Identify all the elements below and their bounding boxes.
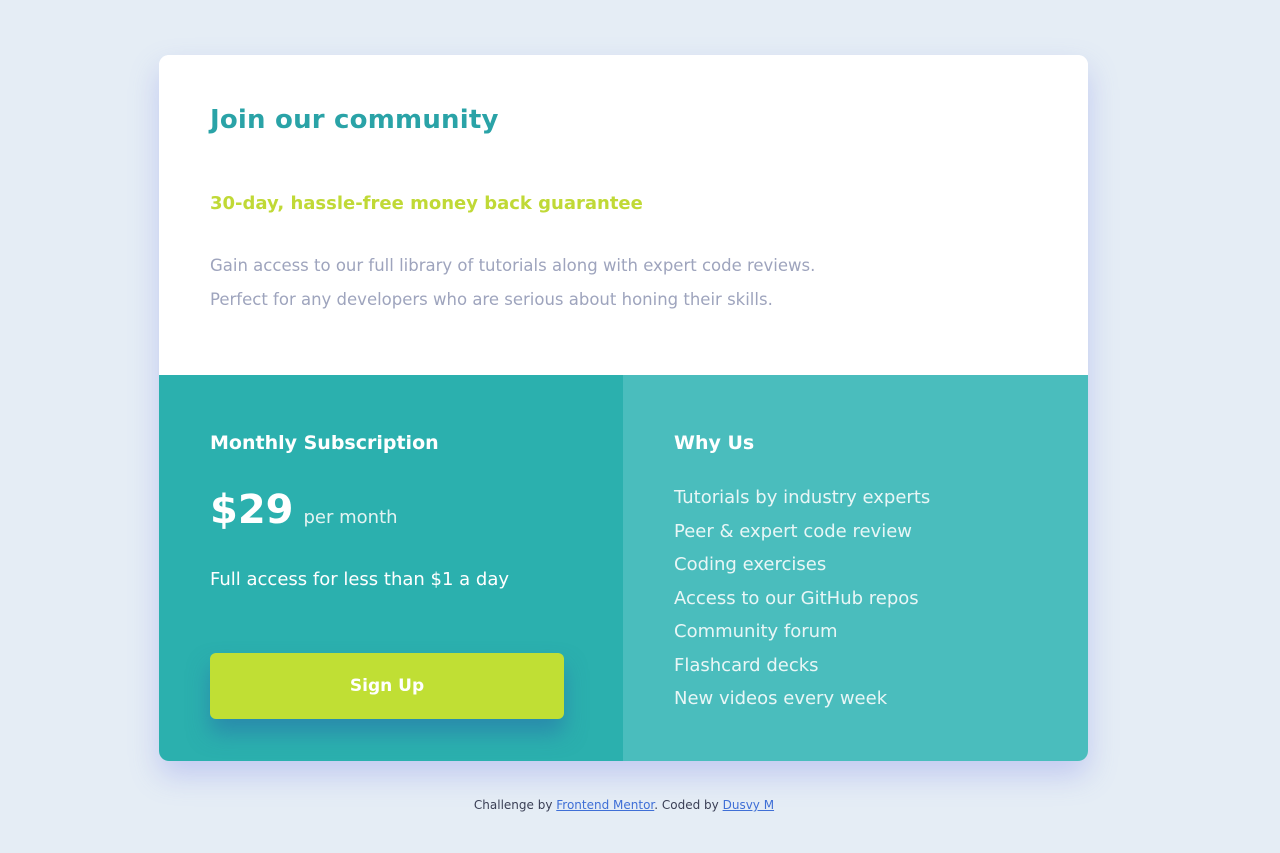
- description-line-2: Perfect for any developers who are serio…: [210, 290, 773, 309]
- list-item: Flashcard decks: [674, 654, 819, 676]
- list-item: Coding exercises: [674, 554, 827, 575]
- footer-prefix: Challenge by: [473, 798, 557, 812]
- why-us-panel: Why Us Tutorials by industry experts Pee…: [623, 375, 1088, 761]
- price-row: $29 per month: [210, 487, 398, 537]
- sign-up-button[interactable]: Sign Up: [210, 653, 564, 719]
- list-item: Community forum: [674, 621, 838, 642]
- list-item: Tutorials by industry experts: [674, 487, 931, 508]
- community-card: Join our community 30-day, hassle-free m…: [159, 55, 1088, 761]
- card-description: Gain access to our full library of tutor…: [210, 249, 1030, 317]
- card-title: Join our community: [210, 105, 499, 135]
- list-item: Access to our GitHub repos: [674, 587, 919, 609]
- list-item: New videos every week: [674, 688, 888, 709]
- frontend-mentor-link[interactable]: Frontend Mentor: [556, 798, 654, 812]
- subscription-panel: Monthly Subscription $29 per month Full a…: [159, 375, 623, 761]
- author-link[interactable]: Dusvy M: [723, 798, 774, 812]
- price-note: Full access for less than $1 a day: [210, 569, 510, 590]
- guarantee-text: 30-day, hassle-free money back guarantee: [210, 193, 643, 214]
- price-period: per month: [303, 507, 398, 528]
- why-us-list: Tutorials by industry experts Peer & exp…: [674, 481, 930, 716]
- attribution-footer: Challenge by Frontend Mentor. Coded by D…: [0, 798, 1264, 812]
- description-line-1: Gain access to our full library of tutor…: [210, 256, 816, 275]
- footer-middle: . Coded by: [654, 798, 723, 812]
- price-amount: $29: [210, 487, 294, 533]
- subscription-heading: Monthly Subscription: [210, 432, 439, 454]
- card-top-section: Join our community 30-day, hassle-free m…: [159, 55, 1088, 375]
- why-us-heading: Why Us: [674, 432, 755, 454]
- list-item: Peer & expert code review: [674, 520, 912, 542]
